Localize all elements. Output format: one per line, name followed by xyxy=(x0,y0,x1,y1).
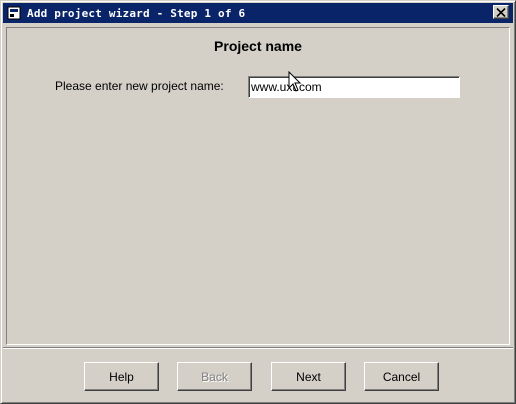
window-title: Add project wizard - Step 1 of 6 xyxy=(27,6,246,20)
title-bar[interactable]: Add project wizard - Step 1 of 6 xyxy=(3,3,513,23)
close-button[interactable] xyxy=(493,5,509,19)
help-button[interactable]: Help xyxy=(84,362,159,391)
cancel-button[interactable]: Cancel xyxy=(364,362,439,391)
project-name-label: Please enter new project name: xyxy=(55,79,224,93)
application-icon xyxy=(7,6,21,20)
next-button[interactable]: Next xyxy=(271,362,346,391)
wizard-window: Add project wizard - Step 1 of 6 Project… xyxy=(0,0,516,404)
wizard-content-panel: Project name Please enter new project na… xyxy=(6,27,510,345)
back-button[interactable]: Back xyxy=(177,362,252,391)
project-name-input[interactable] xyxy=(248,76,460,98)
button-separator xyxy=(3,347,513,349)
page-title: Project name xyxy=(214,38,302,54)
close-icon xyxy=(496,7,506,17)
